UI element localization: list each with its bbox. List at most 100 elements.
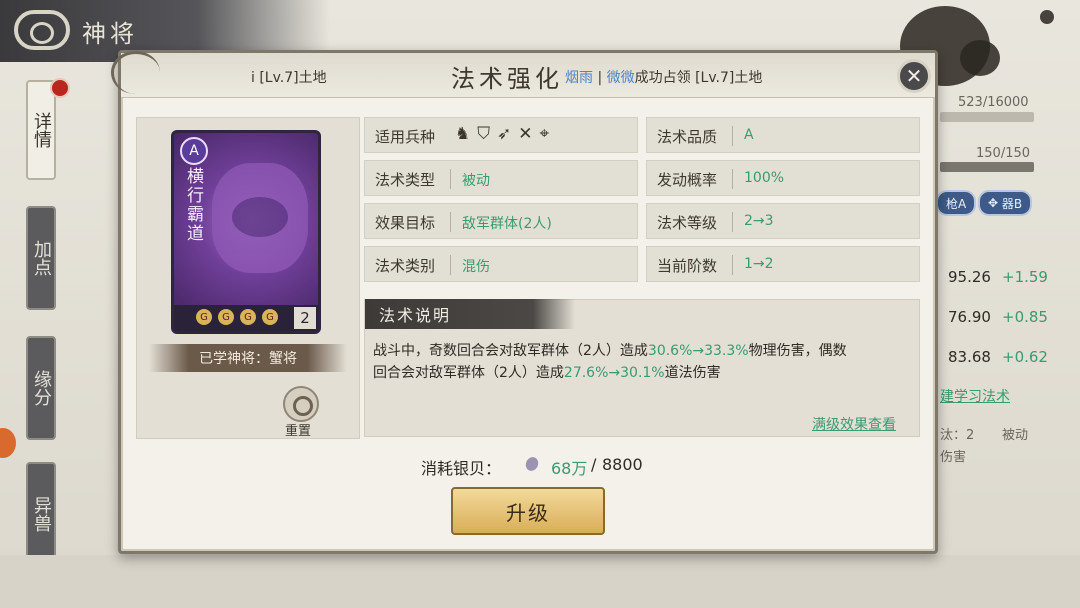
attr-value: 2→3 <box>744 213 774 229</box>
weapon-badge-a: 枪A <box>936 190 977 216</box>
player-name[interactable]: 微微 <box>607 70 635 86</box>
dialog-title: 法术强化 <box>451 65 563 93</box>
tab-details[interactable]: 详情 <box>26 80 56 180</box>
attr-value: 敌军群体(2人) <box>462 216 552 232</box>
skill-level-text: 汰：2 <box>940 428 975 443</box>
stat-delta: +1.59 <box>1002 268 1048 286</box>
attr-key: 效果目标 <box>375 214 436 232</box>
reset-label[interactable]: 重置 <box>285 420 311 439</box>
rune-slot-icon: G <box>240 309 256 325</box>
reset-icon[interactable] <box>283 386 319 422</box>
tab-label: 加点 <box>31 240 52 276</box>
cost-separator: / <box>591 455 597 474</box>
attr-key: 法术等级 <box>657 214 718 232</box>
desc-highlight: 27.6%→30.1% <box>563 365 665 381</box>
attr-target: 效果目标 敌军群体(2人) <box>364 203 638 239</box>
troop-type-icons: ♞ ⛉ ➶ ✕ ⌖ <box>455 124 549 144</box>
hp-bar <box>940 162 1034 172</box>
separator <box>450 169 451 189</box>
tab-bond[interactable]: 缘分 <box>26 336 56 440</box>
horse-icon: ♞ <box>455 124 471 144</box>
shield-icon: ⛉ <box>477 124 490 144</box>
attr-quality: 法术品质 A <box>646 117 920 153</box>
attr-key: 法术类型 <box>375 171 436 189</box>
skill-card[interactable]: A 横行霸道 G G G G 2 <box>171 130 321 334</box>
broadcast-text: 成功占领 [Lv.7]土地 <box>634 70 763 86</box>
notification-dot <box>50 78 70 98</box>
attr-skill-type: 法术类型 被动 <box>364 160 638 196</box>
separator <box>732 126 733 146</box>
tab-label: 异兽 <box>31 496 52 532</box>
ink-splash <box>1040 10 1054 24</box>
separator <box>732 255 733 275</box>
ink-splash <box>960 40 1000 76</box>
broadcast-message: 烟雨 | 微微成功占领 [Lv.7]土地 <box>565 67 762 87</box>
close-button[interactable]: ✕ <box>897 59 931 93</box>
tab-points[interactable]: 加点 <box>26 206 56 310</box>
cost-owned: 68万 <box>551 459 588 478</box>
tab-beast[interactable]: 异兽 <box>26 462 56 566</box>
cost-required: 8800 <box>602 455 643 474</box>
back-button[interactable] <box>14 10 70 50</box>
tab-label: 详情 <box>31 112 52 148</box>
attr-trigger-rate: 发动概率 100% <box>646 160 920 196</box>
card-level: 2 <box>294 307 316 329</box>
attr-category: 法术类别 混伤 <box>364 246 638 282</box>
card-footer: G G G G 2 <box>174 305 318 331</box>
dialog-header: i [Lv.7]土地 法术强化 烟雨 | 微微成功占领 [Lv.7]土地 ✕ <box>111 51 935 98</box>
separator <box>450 212 451 232</box>
desc-segment: 道法伤害 <box>664 365 721 381</box>
skill-card-panel: A 横行霸道 G G G G 2 已学神将：蟹将 重置 <box>136 117 360 439</box>
description-title: 法术说明 <box>365 299 575 329</box>
cloud-scroll-icon <box>111 51 160 94</box>
bottom-strip <box>0 555 1080 608</box>
attr-key: 适用兵种 <box>375 128 436 146</box>
attr-troop-type: 适用兵种 ♞ ⛉ ➶ ✕ ⌖ <box>364 117 638 153</box>
weapon-badge-b: ✥ 器B <box>978 190 1033 216</box>
badge-label: 枪A <box>946 196 967 211</box>
attr-value: 混伤 <box>462 259 490 275</box>
target-icon: ⌖ <box>539 124 550 144</box>
upgrade-button[interactable]: 升级 <box>451 487 605 535</box>
rune-slot-icon: G <box>196 309 212 325</box>
beast-mask-icon <box>212 163 308 273</box>
stat-delta: +0.62 <box>1002 348 1048 366</box>
stat-delta: +0.85 <box>1002 308 1048 326</box>
attr-value: A <box>744 127 754 143</box>
hp-text: 150/150 <box>976 146 1031 161</box>
attr-current-tier: 当前阶数 1→2 <box>646 246 920 282</box>
learn-skill-link[interactable]: 建学习法术 <box>940 386 1010 406</box>
separator: | <box>593 70 607 86</box>
max-effect-link[interactable]: 满级效果查看 <box>812 414 896 434</box>
desc-segment: 回合会对敌军群体（2人）造成 <box>373 365 564 381</box>
separator <box>732 212 733 232</box>
exp-text: 523/16000 <box>958 95 1029 110</box>
desc-segment: 战斗中，奇数回合会对敌军群体（2人）造成 <box>373 343 648 359</box>
spear-icon: ✕ <box>518 124 533 144</box>
skill-upgrade-dialog: i [Lv.7]土地 法术强化 烟雨 | 微微成功占领 [Lv.7]土地 ✕ A… <box>111 50 938 554</box>
shell-currency-icon <box>523 455 541 473</box>
stat-value: 95.26 <box>948 268 991 286</box>
stat-value: 83.68 <box>948 348 991 366</box>
close-icon: ✕ <box>905 64 923 88</box>
player-name[interactable]: 烟雨 <box>565 70 593 86</box>
tab-label: 缘分 <box>31 370 52 406</box>
learned-by-label: 已学神将：蟹将 <box>149 344 347 372</box>
skill-desc-text: 伤害 <box>940 450 967 465</box>
page-title: 神将 <box>82 20 138 48</box>
desc-segment: 物理伤害，偶数 <box>748 343 847 359</box>
desc-highlight: 30.6%→33.3% <box>647 343 749 359</box>
rune-slot-icon: G <box>218 309 234 325</box>
attr-key: 法术品质 <box>657 128 718 146</box>
attr-key: 发动概率 <box>657 171 718 189</box>
attr-value: 100% <box>744 170 785 186</box>
separator <box>450 255 451 275</box>
cost-label: 消耗银贝： <box>421 459 502 478</box>
attr-skill-level: 法术等级 2→3 <box>646 203 920 239</box>
broadcast-left: i [Lv.7]土地 <box>251 70 327 86</box>
orange-emblem-icon <box>0 428 16 458</box>
separator <box>732 169 733 189</box>
exp-bar <box>940 112 1034 122</box>
bow-icon: ➶ <box>497 124 512 144</box>
description-text: 战斗中，奇数回合会对敌军群体（2人）造成30.6%→33.3%物理伤害，偶数 回… <box>373 340 921 384</box>
